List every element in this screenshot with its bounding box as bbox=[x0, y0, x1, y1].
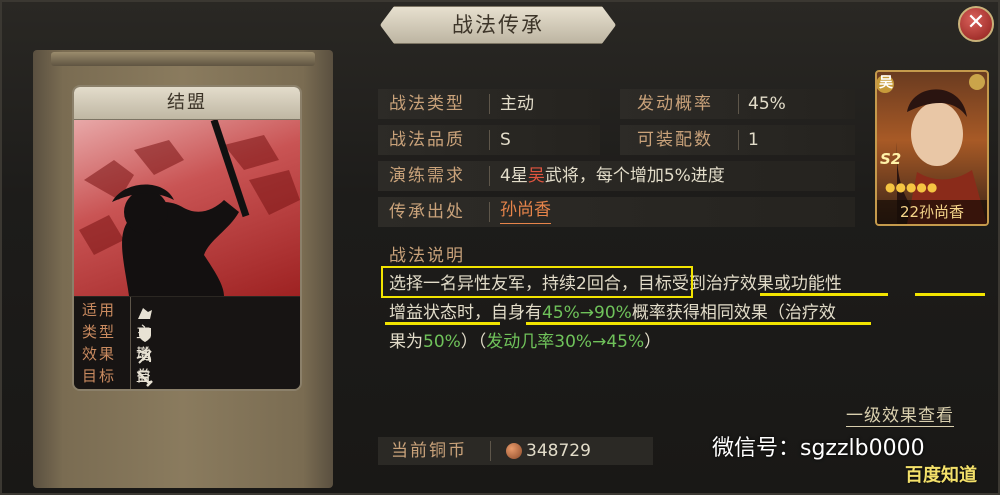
close-button[interactable]: ✕ bbox=[958, 6, 994, 42]
warrior-silhouette-icon bbox=[79, 120, 300, 296]
desc-value-green: 发动几率30%→45% bbox=[486, 332, 645, 352]
star-rating: ●●●●● bbox=[885, 180, 938, 194]
desc-value-green: 45%→90% bbox=[542, 303, 632, 323]
divider bbox=[490, 441, 491, 461]
desc-segment: 增益状态时 bbox=[389, 303, 474, 323]
divider bbox=[489, 94, 490, 114]
desc-segment: ）（ bbox=[460, 332, 487, 352]
divider bbox=[489, 202, 490, 222]
info-value: 自己 bbox=[136, 367, 152, 385]
desc-value-green: 50% bbox=[423, 332, 461, 352]
desc-segment: ，自身有 bbox=[474, 303, 542, 323]
highlight-box bbox=[381, 266, 693, 298]
info-key: 目标 bbox=[82, 367, 117, 385]
scroll-rod bbox=[51, 52, 315, 66]
coin-label: 当前铜币 bbox=[391, 441, 467, 461]
desc-segment: 功能性 bbox=[790, 274, 842, 294]
source-general-link[interactable]: 孙尚香 bbox=[500, 197, 551, 224]
info-key: 类型 bbox=[82, 323, 117, 341]
tactic-type-value: 主动 bbox=[500, 94, 534, 114]
card-title: 结盟 bbox=[74, 87, 300, 120]
quality-value: S bbox=[500, 130, 511, 150]
info-divider bbox=[130, 297, 131, 389]
practice-faction: 吴 bbox=[527, 166, 545, 186]
highlight-underline bbox=[760, 293, 888, 296]
info-key: 适用 bbox=[82, 301, 117, 319]
description-line: 果为50%）（发动几率30%→45%） bbox=[389, 328, 661, 357]
divider bbox=[738, 130, 739, 150]
coin-value: 348729 bbox=[526, 441, 591, 461]
tactic-card: 结盟 适用 类型 主动 效果 增益 目标 自 bbox=[72, 85, 302, 391]
watermark: 微信号：sgzzlb0000 bbox=[712, 436, 925, 461]
divider bbox=[738, 94, 739, 114]
card-artwork bbox=[74, 120, 300, 296]
highlight-underline bbox=[526, 322, 871, 325]
faction-badge: 吴 bbox=[879, 75, 893, 91]
desc-segment: 概率获得相同效果 bbox=[631, 303, 768, 323]
source-label: 传承出处 bbox=[389, 202, 465, 222]
card-info-panel: 适用 类型 主动 效果 增益 目标 自己 bbox=[74, 297, 300, 389]
practice-rule: 武将，每个增加5%进度 bbox=[544, 166, 725, 186]
dialog-title: 战法传承 bbox=[380, 6, 616, 44]
practice-label: 演练需求 bbox=[389, 166, 465, 186]
general-portrait[interactable]: 吴 S2 ●●●●● 22孙尚香 bbox=[875, 70, 989, 226]
desc-segment: 或 bbox=[773, 274, 791, 294]
trigger-rate-value: 45% bbox=[748, 94, 786, 114]
divider bbox=[489, 130, 490, 150]
cavalry-icon bbox=[138, 307, 152, 319]
equip-count-label: 可装配数 bbox=[637, 130, 713, 150]
quality-label: 战法品质 bbox=[389, 130, 465, 150]
description-title: 战法说明 bbox=[389, 246, 465, 266]
divider bbox=[489, 166, 490, 186]
practice-value: 4星吴武将，每个增加5%进度 bbox=[500, 161, 725, 191]
close-icon: ✕ bbox=[966, 10, 986, 35]
practice-star: 4星 bbox=[500, 166, 528, 186]
equip-count-value: 1 bbox=[748, 130, 759, 150]
desc-segment: 果为 bbox=[389, 332, 423, 352]
highlight-underline bbox=[385, 322, 500, 325]
info-key: 效果 bbox=[82, 345, 117, 363]
copper-coin-icon bbox=[506, 443, 522, 459]
trigger-rate-label: 发动概率 bbox=[637, 94, 713, 114]
level-effect-link[interactable]: 一级效果查看 bbox=[846, 401, 954, 427]
desc-segment: ） bbox=[644, 332, 662, 352]
corner-watermark: 百度知道 bbox=[905, 465, 977, 486]
highlight-underline bbox=[915, 293, 985, 296]
desc-segment: （治疗效 bbox=[767, 303, 836, 323]
rank-badge: S2 bbox=[880, 150, 902, 168]
tactic-type-label: 战法类型 bbox=[389, 94, 465, 114]
general-name: 22孙尚香 bbox=[877, 200, 987, 224]
